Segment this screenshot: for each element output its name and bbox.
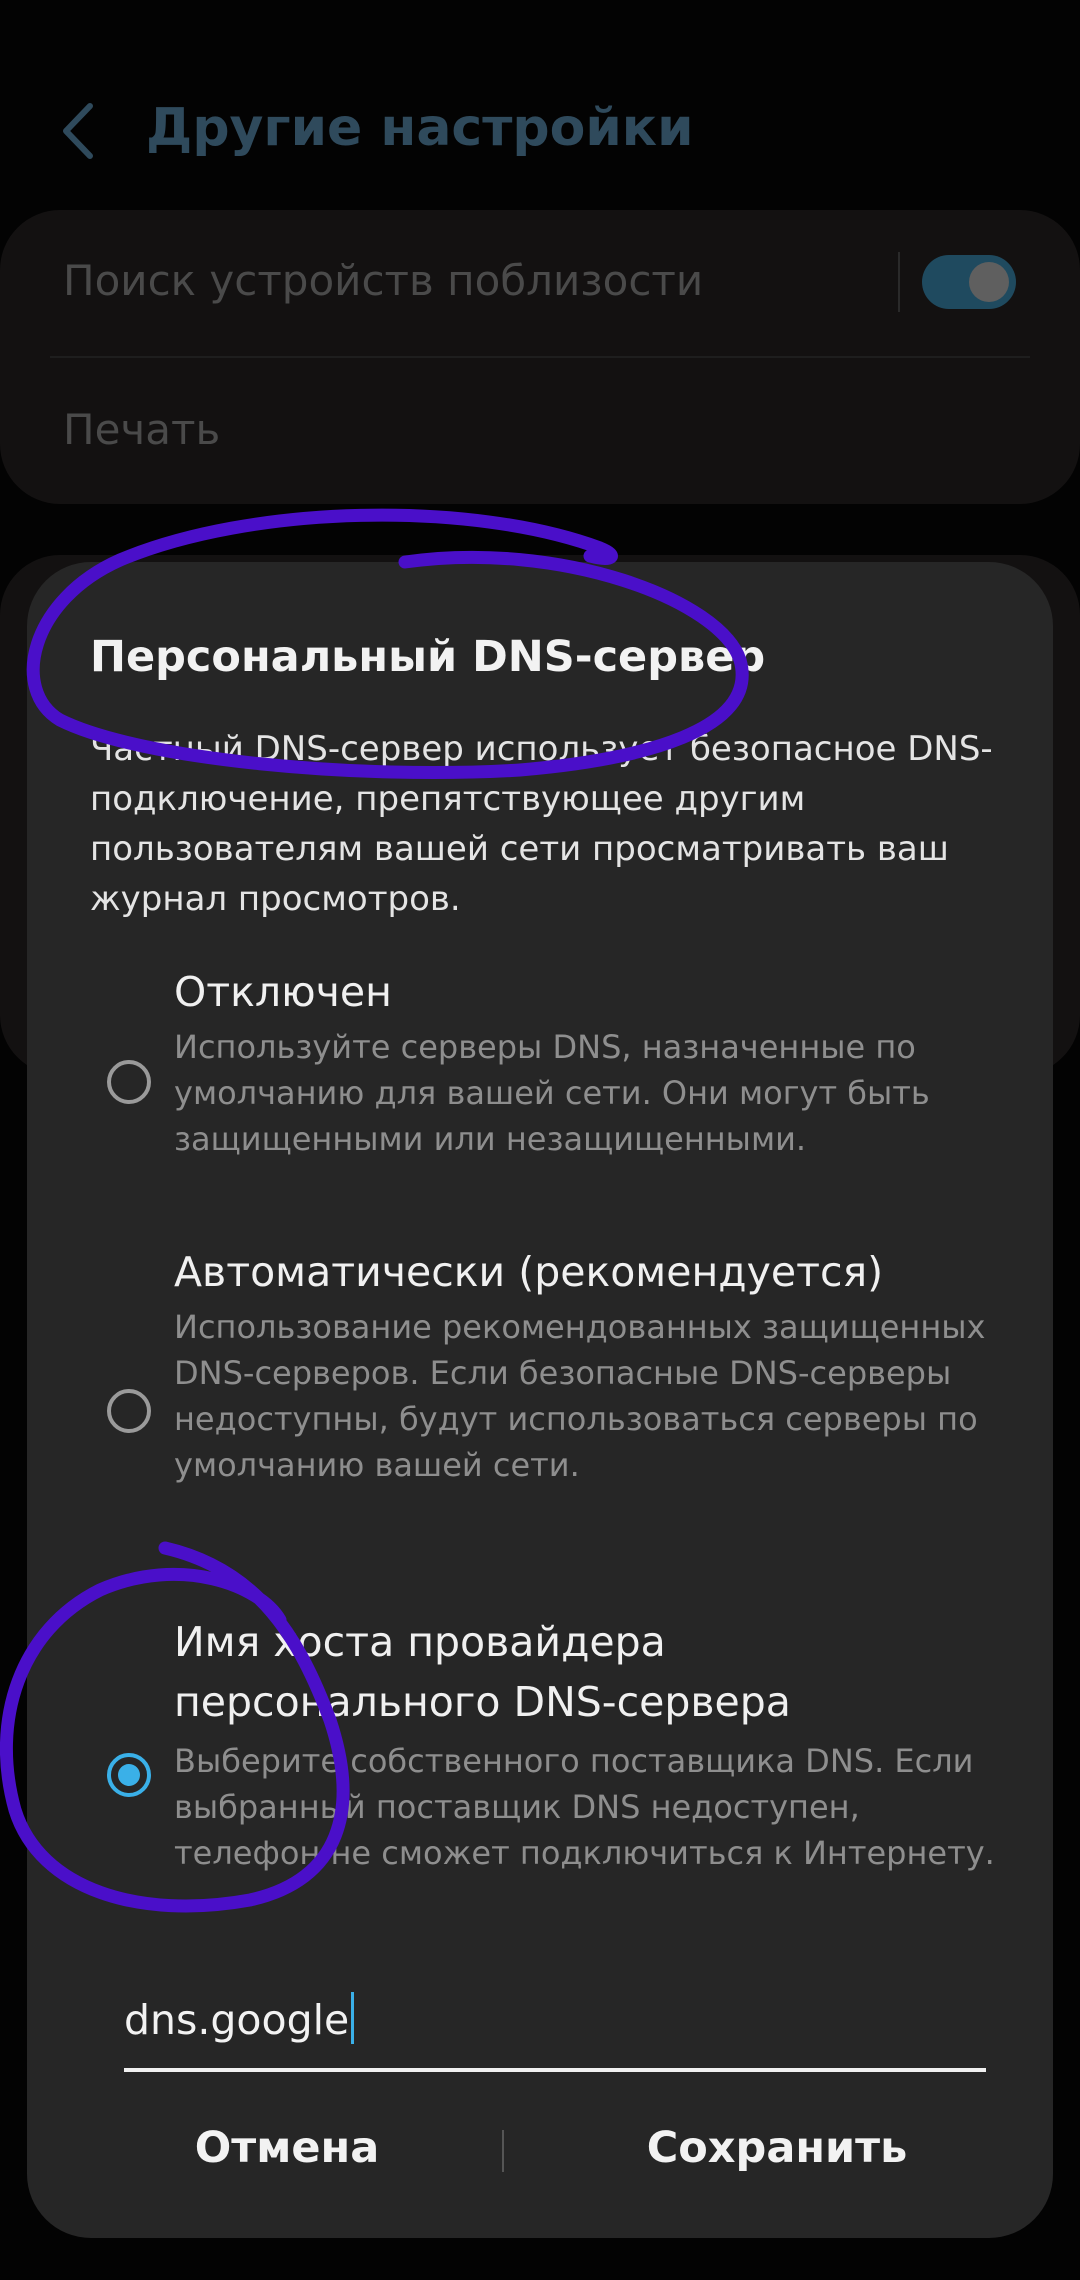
- screen: Другие настройки Поиск устройств поблизо…: [0, 0, 1080, 2280]
- option-hostname-label: Имя хоста провайдера персонального DNS-с…: [174, 1618, 791, 1726]
- row-divider: [50, 356, 1030, 358]
- option-auto-label: Автоматически (рекомендуется): [174, 1248, 884, 1296]
- text-caret: [351, 1992, 355, 2044]
- option-hostname-sublabel: Выберите собственного поставщика DNS. Ес…: [174, 1742, 995, 1872]
- radio-auto[interactable]: [107, 1389, 151, 1433]
- back-button[interactable]: [52, 96, 112, 166]
- cancel-button[interactable]: Отмена: [87, 2108, 487, 2188]
- toggle-knob: [969, 262, 1009, 302]
- button-divider: [502, 2130, 504, 2172]
- print-label[interactable]: Печать: [63, 405, 220, 454]
- page-title: Другие настройки: [146, 98, 694, 158]
- option-off-sublabel: Используйте серверы DNS, назначенные по …: [174, 1028, 930, 1158]
- dialog-description: Частный DNS-сервер использует безопасное…: [90, 729, 993, 919]
- radio-off[interactable]: [107, 1060, 151, 1104]
- radio-hostname[interactable]: [107, 1753, 151, 1797]
- hostname-input[interactable]: dns.google: [124, 1992, 986, 2072]
- dialog-title: Персональный DNS-сервер: [90, 632, 766, 682]
- option-auto[interactable]: Автоматически (рекомендуется) Использова…: [27, 1248, 1053, 1582]
- radio-selected-dot: [118, 1764, 140, 1786]
- save-button[interactable]: Сохранить: [557, 2108, 997, 2188]
- nearby-scan-toggle[interactable]: [922, 255, 1016, 309]
- private-dns-dialog: Персональный DNS-сервер Частный DNS-серв…: [27, 562, 1053, 2238]
- nearby-scan-label[interactable]: Поиск устройств поблизости: [63, 256, 703, 305]
- toggle-divider: [898, 252, 900, 312]
- hostname-value: dns.google: [124, 1996, 350, 2044]
- option-hostname[interactable]: Имя хоста провайдера персонального DNS-с…: [27, 1618, 1053, 1952]
- chevron-left-icon: [63, 103, 93, 159]
- option-off-label: Отключен: [174, 968, 392, 1016]
- option-auto-sublabel: Использование рекомендованных защищенных…: [174, 1308, 986, 1484]
- option-off[interactable]: Отключен Используйте серверы DNS, назнач…: [27, 968, 1053, 1202]
- header: Другие настройки: [0, 70, 1080, 190]
